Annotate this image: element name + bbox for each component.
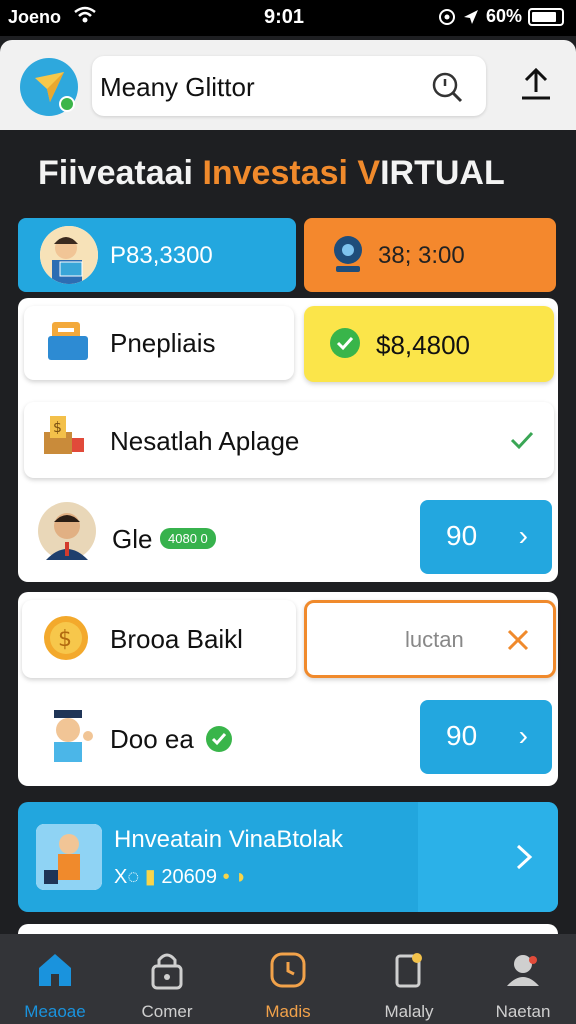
battery-icon bbox=[528, 7, 564, 26]
battery-percent: 60% bbox=[485, 6, 522, 26]
bottom-nav: Meaoae Comer Madis Malaly Naetan bbox=[0, 934, 576, 1024]
paper-plane-icon bbox=[35, 72, 75, 112]
banner-highlight bbox=[418, 802, 558, 912]
nav-profile-label: Naetan bbox=[495, 1002, 551, 1021]
nav-profile[interactable]: Naetan bbox=[468, 944, 576, 1024]
graduate-go-button[interactable]: 90 › bbox=[420, 700, 552, 774]
graduate-label: Doo ea bbox=[110, 724, 194, 754]
portfolio-label: Pnepliais bbox=[110, 328, 216, 358]
verified-amount: $8,4800 bbox=[376, 330, 470, 360]
coin-label: Brooa Baikl bbox=[110, 624, 243, 654]
amount-input[interactable]: luctan bbox=[304, 600, 556, 678]
user-row[interactable]: Gle 4080 0 90 › bbox=[18, 484, 558, 576]
clock-icon bbox=[270, 952, 306, 988]
user-badge: 4080 0 bbox=[160, 528, 216, 549]
primary-balance-amount: P83,3300 bbox=[110, 242, 213, 269]
verified-amount-chip[interactable]: $8,4800 bbox=[304, 306, 554, 382]
chevron-right-icon: › bbox=[518, 720, 528, 751]
title-part-1: Fiiveataai bbox=[38, 154, 193, 192]
user-name: Gle bbox=[112, 524, 153, 554]
coin-row[interactable]: $ Brooa Baikl bbox=[22, 600, 296, 678]
clipboard-icon bbox=[395, 953, 422, 988]
banner-amount: 20609 bbox=[161, 866, 217, 888]
investor-avatar bbox=[40, 226, 98, 284]
bag-icon: ▮ bbox=[144, 866, 156, 888]
chevron-right-icon: › bbox=[518, 520, 528, 551]
amount-input-value[interactable]: luctan bbox=[405, 627, 464, 653]
dollar-coin-icon: $ bbox=[44, 616, 88, 660]
carrier-label: Joeno bbox=[8, 7, 62, 27]
user-go-button[interactable]: 90 › bbox=[420, 500, 552, 574]
banner-thumbnail bbox=[36, 824, 102, 890]
app-logo[interactable] bbox=[20, 58, 78, 116]
close-icon[interactable] bbox=[505, 627, 531, 653]
user-icon bbox=[507, 955, 539, 986]
nav-lock-label: Comer bbox=[141, 1002, 193, 1021]
balance-card-secondary[interactable]: 38; 3:00 bbox=[304, 218, 556, 292]
upload-icon[interactable] bbox=[518, 64, 554, 104]
user-avatar bbox=[38, 502, 96, 560]
app-list-label: Nesatlah Aplage bbox=[110, 426, 300, 456]
nav-home[interactable]: Meaoae bbox=[0, 944, 110, 1024]
graduate-avatar bbox=[54, 710, 93, 762]
title-part-2: Investasi V bbox=[202, 154, 381, 192]
home-icon bbox=[39, 954, 71, 986]
app-list-row[interactable]: $ Nesatlah Aplage bbox=[24, 402, 554, 478]
transaction-panel: $ Brooa Baikl luctan Doo ea 90 › bbox=[18, 592, 558, 786]
portfolio-row[interactable]: Pnepliais bbox=[24, 306, 294, 380]
banner-prefix: X◌ bbox=[114, 866, 140, 888]
lock-icon bbox=[151, 953, 183, 990]
graduate-row[interactable]: Doo ea 90 › bbox=[18, 692, 558, 784]
balance-card-primary[interactable]: P83,3300 bbox=[18, 218, 296, 292]
person-with-card-icon bbox=[40, 226, 98, 284]
check-icon bbox=[510, 431, 534, 450]
clock-time: 9:01 bbox=[264, 6, 305, 28]
check-circle-icon bbox=[330, 328, 360, 358]
document-chart-icon bbox=[48, 322, 88, 360]
status-bar: Joeno 9:01 60% bbox=[0, 0, 576, 36]
orientation-lock-icon bbox=[438, 8, 455, 25]
graduate-go-value: 90 bbox=[446, 720, 478, 751]
nav-home-label: Meaoae bbox=[24, 1002, 86, 1021]
svg-text:$: $ bbox=[58, 627, 72, 652]
search-input[interactable]: Meany Glittor bbox=[100, 72, 255, 103]
wifi-icon bbox=[74, 6, 96, 23]
title-part-3: IRTUAL bbox=[380, 154, 505, 192]
investor-illustration-icon bbox=[36, 824, 102, 890]
leaf-icon: • ◗ bbox=[222, 866, 248, 888]
money-box-icon: $ bbox=[44, 416, 84, 454]
user-go-value: 90 bbox=[446, 520, 478, 551]
banner-subtitle: X◌ ▮ 20609 • ◗ bbox=[114, 864, 247, 889]
nav-clock-label: Madis bbox=[265, 1002, 311, 1021]
secondary-balance-amount: 38; 3:00 bbox=[378, 242, 465, 269]
nav-clock[interactable]: Madis bbox=[233, 944, 343, 1024]
location-icon bbox=[463, 9, 478, 24]
app-header: Meany Glittor bbox=[0, 40, 576, 130]
nav-clipboard[interactable]: Malaly bbox=[354, 944, 464, 1024]
search-icon[interactable] bbox=[430, 70, 464, 104]
chevron-right-icon[interactable] bbox=[512, 842, 536, 872]
nav-clipboard-label: Malaly bbox=[384, 1002, 434, 1021]
svg-text:$: $ bbox=[53, 420, 62, 436]
status-right: 60% bbox=[438, 6, 564, 27]
promo-banner[interactable]: Hnveatain VinaBtolak X◌ ▮ 20609 • ◗ bbox=[18, 802, 558, 912]
verified-icon bbox=[206, 726, 232, 752]
search-bar[interactable]: Meany Glittor bbox=[92, 56, 486, 116]
investment-panel: Pnepliais $8,4800 $ Nesatlah Aplage Gle … bbox=[18, 298, 558, 582]
banner-title: Hnveatain VinaBtolak bbox=[114, 826, 344, 853]
webcam-icon bbox=[334, 236, 362, 272]
nav-lock[interactable]: Comer bbox=[112, 944, 222, 1024]
page-title: Fiiveataai Investasi VIRTUAL bbox=[38, 154, 505, 193]
